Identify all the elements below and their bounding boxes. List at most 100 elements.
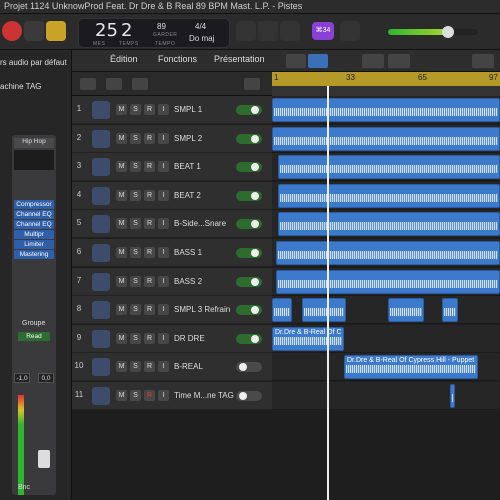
tuner-icon[interactable] <box>236 21 256 41</box>
record-enable-button[interactable]: R <box>144 189 155 201</box>
eq-preset-label[interactable]: Hip Hop <box>14 138 54 148</box>
audio-region[interactable] <box>450 384 455 408</box>
track-name[interactable]: BASS 1 <box>174 248 202 257</box>
bounce-button[interactable]: Bnc <box>18 484 30 491</box>
grid-view-icon[interactable] <box>286 54 306 68</box>
input-monitor-button[interactable]: I <box>158 132 169 144</box>
track-lane[interactable] <box>272 296 500 325</box>
record-enable-button[interactable]: R <box>144 161 155 173</box>
mute-button[interactable]: M <box>116 218 127 230</box>
track-lane[interactable] <box>272 382 500 410</box>
track-on-toggle[interactable] <box>236 248 262 258</box>
input-monitor-button[interactable]: I <box>158 390 169 401</box>
solo-button[interactable]: S <box>130 247 141 258</box>
marker-lane[interactable] <box>272 86 500 96</box>
record-enable-button[interactable]: R <box>144 218 155 230</box>
track-lane[interactable]: Dr.Dre & B-Real Of C <box>272 324 500 353</box>
functions-menu[interactable]: Fonctions <box>158 54 197 64</box>
record-button[interactable] <box>2 21 22 41</box>
track-lane[interactable] <box>272 267 500 296</box>
track-header[interactable]: 9 M S R I DR DRE <box>72 324 272 353</box>
input-monitor-button[interactable]: I <box>158 104 169 115</box>
track-on-toggle[interactable] <box>236 391 262 401</box>
solo-button[interactable]: S <box>130 218 141 230</box>
track-on-toggle[interactable] <box>236 190 262 201</box>
input-monitor-button[interactable]: I <box>158 189 169 201</box>
audio-region[interactable] <box>302 298 346 323</box>
track-on-toggle[interactable] <box>236 219 262 230</box>
counter-badge[interactable]: ⌘34 <box>312 22 334 40</box>
group-label[interactable]: Groupe <box>22 320 45 327</box>
plugin-slot-3[interactable]: Channel EQ <box>14 220 54 229</box>
input-monitor-button[interactable]: I <box>158 361 169 373</box>
solo-button[interactable]: S <box>130 275 141 287</box>
track-name[interactable]: B-Side...Snare <box>174 219 226 228</box>
solo-button[interactable]: S <box>130 304 141 316</box>
input-monitor-button[interactable]: I <box>158 161 169 173</box>
record-enable-button[interactable]: R <box>144 104 155 115</box>
pan-value[interactable]: 0,0 <box>38 373 54 383</box>
master-volume-slider[interactable] <box>388 26 478 38</box>
audio-region[interactable] <box>272 298 292 323</box>
record-enable-button[interactable]: R <box>144 390 155 401</box>
mute-button[interactable]: M <box>116 161 127 173</box>
volume-knob[interactable] <box>442 26 454 38</box>
mute-button[interactable]: M <box>116 332 127 344</box>
more-options-icon[interactable] <box>472 54 494 68</box>
automation-mode[interactable]: Read <box>18 332 50 341</box>
track-header[interactable]: 3 M S R I BEAT 1 <box>72 153 272 182</box>
solo-button[interactable]: S <box>130 361 141 373</box>
audio-region[interactable] <box>442 298 458 323</box>
audio-region[interactable] <box>278 212 500 237</box>
record-enable-button[interactable]: R <box>144 275 155 287</box>
track-on-toggle[interactable] <box>236 362 262 373</box>
volume-fader[interactable] <box>38 450 50 468</box>
audio-region[interactable] <box>388 298 424 323</box>
track-name[interactable]: BASS 2 <box>174 277 202 286</box>
smart-controls-icon[interactable] <box>132 78 148 90</box>
track-header[interactable]: 4 M S R I BEAT 2 <box>72 181 272 210</box>
record-enable-button[interactable]: R <box>144 332 155 344</box>
audio-region[interactable]: Dr.Dre & B-Real Of Cypress Hill - Puppet <box>344 355 478 380</box>
input-monitor-button[interactable]: I <box>158 304 169 316</box>
plugin-slot-1[interactable]: Compressor <box>14 200 54 209</box>
mute-button[interactable]: M <box>116 304 127 316</box>
track-on-toggle[interactable] <box>236 305 262 316</box>
track-name[interactable]: DR DRE <box>174 334 205 343</box>
track-name[interactable]: SMPL 2 <box>174 134 202 143</box>
mute-button[interactable]: M <box>116 132 127 144</box>
solo-button[interactable]: S <box>130 104 141 115</box>
mute-button[interactable]: M <box>116 361 127 373</box>
audio-region[interactable] <box>278 183 500 208</box>
track-on-toggle[interactable] <box>236 133 262 144</box>
duplicate-track-icon[interactable] <box>106 78 122 90</box>
solo-button[interactable]: S <box>130 332 141 344</box>
audio-region[interactable] <box>272 98 500 122</box>
pencil-tool-icon[interactable] <box>388 54 410 68</box>
count-in-icon[interactable] <box>280 21 300 41</box>
track-lane[interactable] <box>272 210 500 239</box>
record-options-icon[interactable] <box>24 21 44 41</box>
mute-button[interactable]: M <box>116 189 127 201</box>
track-name[interactable]: SMPL 1 <box>174 105 202 114</box>
record-enable-button[interactable]: R <box>144 132 155 144</box>
track-header[interactable]: 7 M S R I BASS 2 <box>72 267 272 296</box>
track-lane[interactable] <box>272 153 500 182</box>
input-monitor-button[interactable]: I <box>158 332 169 344</box>
track-name[interactable]: B-REAL <box>174 362 203 371</box>
list-view-icon[interactable] <box>308 54 328 68</box>
audio-region[interactable] <box>276 241 500 265</box>
input-monitor-button[interactable]: I <box>158 247 169 258</box>
metronome-toggle-icon[interactable] <box>340 21 360 41</box>
solo-button[interactable]: S <box>130 161 141 173</box>
track-on-toggle[interactable] <box>236 333 262 344</box>
cycle-button[interactable] <box>46 21 66 41</box>
record-enable-button[interactable]: R <box>144 304 155 316</box>
record-enable-button[interactable]: R <box>144 361 155 373</box>
mute-button[interactable]: M <box>116 104 127 115</box>
track-header[interactable]: 1 M S R I SMPL 1 <box>72 96 272 124</box>
eq-thumbnail[interactable] <box>14 150 54 170</box>
ruler[interactable]: 1 33 65 97 <box>272 72 500 86</box>
track-name[interactable]: Time M...ne TAG <box>174 391 234 400</box>
track-name[interactable]: BEAT 2 <box>174 191 201 200</box>
